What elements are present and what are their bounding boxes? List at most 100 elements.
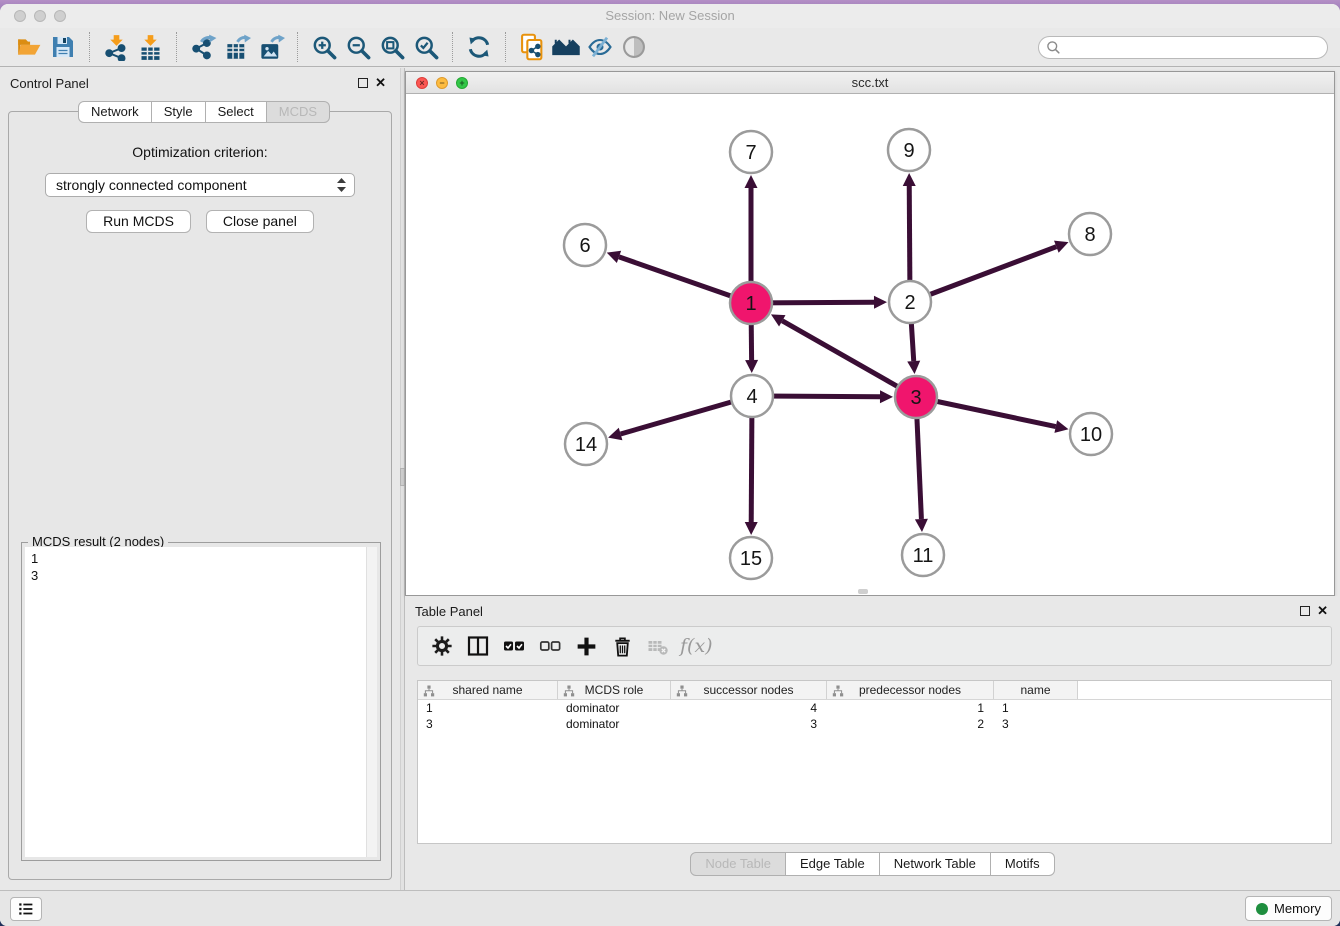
hide-visibility-button[interactable] [583, 31, 617, 63]
tab-motifs[interactable]: Motifs [991, 852, 1055, 876]
canvas-scroll-handle[interactable] [858, 589, 868, 594]
mcds-result-group: MCDS result (2 nodes) 1 3 [21, 542, 381, 861]
tab-edge-table[interactable]: Edge Table [786, 852, 880, 876]
select-all-button[interactable] [498, 630, 530, 662]
deselect-all-button[interactable] [534, 630, 566, 662]
zoom-fit-button[interactable] [375, 31, 409, 63]
edge-2-8[interactable] [910, 247, 1056, 302]
float-panel-icon[interactable] [358, 78, 368, 88]
node-label: 4 [746, 386, 757, 408]
table-row[interactable]: 1dominator411 [418, 700, 1331, 716]
network-canvas[interactable]: 7 9 6 8 1 2 4 3 14 10 15 11 [406, 94, 1334, 595]
memory-button[interactable]: Memory [1245, 896, 1332, 921]
edge-3-1[interactable] [782, 321, 916, 397]
result-scrollbar[interactable] [366, 547, 377, 857]
graph-node-11[interactable]: 11 [902, 534, 944, 576]
zoom-in-icon [311, 34, 338, 61]
select-all-icon [502, 634, 526, 658]
select-chevrons-icon [335, 177, 348, 193]
tab-network-table[interactable]: Network Table [880, 852, 991, 876]
control-panel-title: Control Panel [10, 76, 89, 91]
attribute-tree-icon [676, 685, 688, 697]
close-panel-button[interactable]: Close panel [206, 210, 314, 233]
tab-network[interactable]: Network [78, 101, 152, 123]
export-image-button[interactable] [254, 31, 288, 63]
graph-node-10[interactable]: 10 [1070, 413, 1112, 455]
graph-node-8[interactable]: 8 [1069, 213, 1111, 255]
tab-select[interactable]: Select [206, 101, 267, 123]
table-toolbar: f(x) [417, 626, 1332, 666]
table-settings-button[interactable] [426, 630, 458, 662]
tab-node-table[interactable]: Node Table [690, 852, 786, 876]
column-label: shared name [452, 683, 522, 697]
delete-table-button[interactable] [642, 630, 674, 662]
column-header-shared-name[interactable]: shared name [418, 681, 558, 699]
table-header-row: shared name MCDS rolesuccessor nodesprede… [418, 681, 1331, 700]
graph-node-6[interactable]: 6 [564, 224, 606, 266]
graph-node-15[interactable]: 15 [730, 537, 772, 579]
cell-successor-nodes: 3 [671, 716, 827, 732]
network-window-title: scc.txt [406, 75, 1334, 90]
task-history-button[interactable] [10, 897, 42, 921]
control-panel-tabs: NetworkStyleSelectMCDS [78, 101, 330, 123]
zoom-selected-button[interactable] [409, 31, 443, 63]
show-visibility-button[interactable] [617, 31, 651, 63]
close-panel-icon[interactable]: ✕ [375, 75, 386, 91]
run-mcds-button[interactable]: Run MCDS [86, 210, 191, 233]
home-button[interactable] [549, 31, 583, 63]
application-window: Session: New Session [0, 4, 1340, 926]
mcds-result-area[interactable]: 1 3 [25, 547, 377, 857]
save-session-button[interactable] [46, 31, 80, 63]
window-title: Session: New Session [0, 8, 1340, 23]
close-table-panel-icon[interactable]: ✕ [1317, 603, 1328, 619]
edge-arrowhead [903, 173, 916, 186]
search-field[interactable] [1038, 36, 1328, 59]
home-icon [551, 32, 581, 62]
zoom-fit-icon [379, 34, 406, 61]
graph-node-7[interactable]: 7 [730, 131, 772, 173]
add-column-button[interactable] [570, 630, 602, 662]
edge-arrowhead [874, 296, 887, 309]
toolbar-separator [505, 32, 506, 62]
import-table-button[interactable] [133, 31, 167, 63]
open-folder-icon [16, 34, 42, 60]
criterion-selected-value: strongly connected component [56, 177, 335, 193]
table-row[interactable]: 3dominator323 [418, 716, 1331, 732]
export-table-button[interactable] [220, 31, 254, 63]
tab-mcds[interactable]: MCDS [267, 101, 330, 123]
graph-node-9[interactable]: 9 [888, 129, 930, 171]
zoom-in-button[interactable] [307, 31, 341, 63]
column-header-mcds-role[interactable]: MCDS role [558, 681, 671, 699]
float-table-panel-icon[interactable] [1300, 606, 1310, 616]
duplicate-network-button[interactable] [515, 31, 549, 63]
table-panel: Table Panel ✕ [405, 596, 1340, 890]
plus-icon [574, 634, 599, 659]
search-input[interactable] [1066, 40, 1327, 55]
cell-mcds-role: dominator [558, 716, 671, 732]
graph-node-4[interactable]: 4 [731, 375, 773, 417]
save-floppy-icon [51, 35, 75, 59]
column-header-name[interactable]: name [994, 681, 1078, 699]
column-header-predecessor-nodes[interactable]: predecessor nodes [827, 681, 994, 699]
edge-arrowhead [915, 519, 928, 532]
memory-label: Memory [1274, 901, 1321, 916]
graph-node-3[interactable]: 3 [895, 376, 937, 418]
refresh-button[interactable] [462, 31, 496, 63]
graph-node-2[interactable]: 2 [889, 281, 931, 323]
function-builder-button[interactable]: f(x) [680, 635, 713, 657]
table-panel-title: Table Panel [415, 604, 483, 619]
export-network-button[interactable] [186, 31, 220, 63]
cell-shared-name: 1 [418, 700, 558, 716]
column-header-successor-nodes[interactable]: successor nodes [671, 681, 827, 699]
zoom-out-button[interactable] [341, 31, 375, 63]
graph-node-14[interactable]: 14 [565, 423, 607, 465]
toggle-column-view-button[interactable] [462, 630, 494, 662]
delete-column-button[interactable] [606, 630, 638, 662]
graph-node-1[interactable]: 1 [730, 282, 772, 324]
open-session-button[interactable] [12, 31, 46, 63]
criterion-select[interactable]: strongly connected component [45, 173, 355, 197]
refresh-icon [466, 34, 492, 60]
node-table: shared name MCDS rolesuccessor nodesprede… [417, 680, 1332, 844]
tab-style[interactable]: Style [152, 101, 206, 123]
import-network-button[interactable] [99, 31, 133, 63]
